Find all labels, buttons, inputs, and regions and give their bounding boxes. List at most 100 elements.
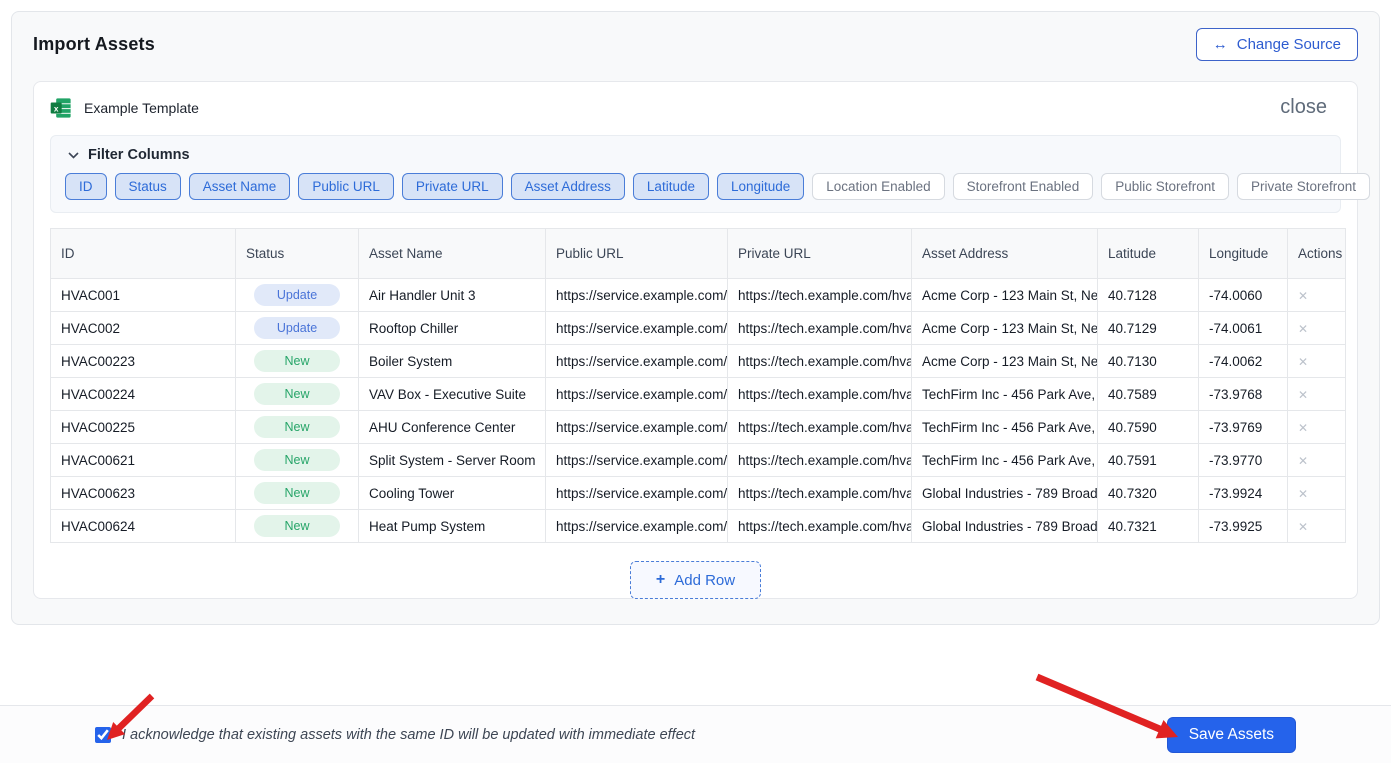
cell-private-url: https://tech.example.com/hvac00: [728, 510, 912, 543]
cell-id: HVAC00225: [51, 411, 236, 444]
filter-chip-public-url[interactable]: Public URL: [298, 173, 394, 200]
cell-actions: ✕: [1288, 477, 1346, 510]
filter-panel: Filter Columns ID Status Asset Name Public …: [50, 135, 1341, 213]
save-assets-button[interactable]: Save Assets: [1167, 717, 1296, 753]
column-header-public-url: Public URL: [546, 229, 728, 279]
table-row: HVAC00624NewHeat Pump Systemhttps://serv…: [51, 510, 1346, 543]
table-row: HVAC00623NewCooling Towerhttps://service…: [51, 477, 1346, 510]
cell-public-url: https://service.example.com/hvac0: [546, 345, 728, 378]
cell-status: New: [236, 477, 359, 510]
cell-actions: ✕: [1288, 411, 1346, 444]
filter-columns-toggle[interactable]: Filter Columns: [65, 147, 190, 163]
filter-chip-asset-address[interactable]: Asset Address: [511, 173, 625, 200]
remove-row-icon[interactable]: ✕: [1298, 454, 1308, 468]
table-row: HVAC00621NewSplit System - Server Roomht…: [51, 444, 1346, 477]
remove-row-icon[interactable]: ✕: [1298, 388, 1308, 402]
import-assets-panel: Import Assets ↔ Change Source x: [11, 11, 1380, 625]
cell-private-url: https://tech.example.com/hvac00: [728, 345, 912, 378]
filter-chip-public-storefront[interactable]: Public Storefront: [1101, 173, 1229, 200]
chevron-down-icon: [68, 147, 79, 163]
filter-chip-longitude[interactable]: Longitude: [717, 173, 804, 200]
swap-arrows-icon: ↔: [1213, 37, 1228, 52]
cell-public-url: https://service.example.com/hvac0: [546, 279, 728, 312]
cell-id: HVAC00623: [51, 477, 236, 510]
filter-chip-asset-name[interactable]: Asset Name: [189, 173, 291, 200]
cell-longitude: -73.9924: [1199, 477, 1288, 510]
svg-text:x: x: [54, 104, 59, 113]
cell-id: HVAC00223: [51, 345, 236, 378]
cell-latitude: 40.7129: [1098, 312, 1199, 345]
remove-row-icon[interactable]: ✕: [1298, 322, 1308, 336]
cell-longitude: -73.9925: [1199, 510, 1288, 543]
filter-chip-storefront-enabled[interactable]: Storefront Enabled: [953, 173, 1094, 200]
cell-private-url: https://tech.example.com/hvac00: [728, 411, 912, 444]
filter-chip-id[interactable]: ID: [65, 173, 107, 200]
cell-latitude: 40.7589: [1098, 378, 1199, 411]
filter-chip-latitude[interactable]: Latitude: [633, 173, 709, 200]
panel-header: Import Assets ↔ Change Source: [33, 28, 1358, 61]
remove-row-icon[interactable]: ✕: [1298, 487, 1308, 501]
filter-chip-private-url[interactable]: Private URL: [402, 173, 503, 200]
filter-chip-location-enabled[interactable]: Location Enabled: [812, 173, 944, 200]
page: Import Assets ↔ Change Source x: [0, 0, 1391, 763]
column-header-asset-name: Asset Name: [359, 229, 546, 279]
template-card: x Example Template close Filter Columns …: [33, 81, 1358, 599]
cell-latitude: 40.7591: [1098, 444, 1199, 477]
cell-longitude: -73.9769: [1199, 411, 1288, 444]
cell-private-url: https://tech.example.com/hvac00: [728, 477, 912, 510]
change-source-button[interactable]: ↔ Change Source: [1196, 28, 1358, 61]
table-row: HVAC002UpdateRooftop Chillerhttps://serv…: [51, 312, 1346, 345]
status-badge: New: [254, 449, 340, 471]
cell-latitude: 40.7321: [1098, 510, 1199, 543]
cell-longitude: -74.0060: [1199, 279, 1288, 312]
column-header-latitude: Latitude: [1098, 229, 1199, 279]
cell-asset-name: Rooftop Chiller: [359, 312, 546, 345]
status-badge: Update: [254, 284, 340, 306]
close-button[interactable]: close: [1280, 96, 1341, 119]
filter-chip-private-storefront[interactable]: Private Storefront: [1237, 173, 1370, 200]
footer-bar: I acknowledge that existing assets with …: [0, 705, 1391, 763]
cell-public-url: https://service.example.com/hvac0: [546, 312, 728, 345]
column-header-actions: Actions: [1288, 229, 1346, 279]
cell-asset-address: Global Industries - 789 Broadway,: [912, 510, 1098, 543]
cell-status: Update: [236, 312, 359, 345]
plus-icon: +: [656, 571, 665, 589]
cell-asset-address: Acme Corp - 123 Main St, New Yo: [912, 312, 1098, 345]
table-row: HVAC00224NewVAV Box - Executive Suitehtt…: [51, 378, 1346, 411]
cell-asset-address: TechFirm Inc - 456 Park Ave, New: [912, 378, 1098, 411]
cell-asset-name: Cooling Tower: [359, 477, 546, 510]
template-card-header: x Example Template close: [50, 96, 1341, 119]
cell-status: New: [236, 345, 359, 378]
cell-status: Update: [236, 279, 359, 312]
column-header-asset-address: Asset Address: [912, 229, 1098, 279]
cell-id: HVAC001: [51, 279, 236, 312]
acknowledge-checkbox[interactable]: [95, 727, 111, 743]
cell-id: HVAC00621: [51, 444, 236, 477]
cell-actions: ✕: [1288, 279, 1346, 312]
cell-asset-name: VAV Box - Executive Suite: [359, 378, 546, 411]
cell-id: HVAC00624: [51, 510, 236, 543]
filter-chip-status[interactable]: Status: [115, 173, 181, 200]
column-header-private-url: Private URL: [728, 229, 912, 279]
cell-id: HVAC00224: [51, 378, 236, 411]
status-badge: New: [254, 350, 340, 372]
cell-private-url: https://tech.example.com/hvac00: [728, 312, 912, 345]
remove-row-icon[interactable]: ✕: [1298, 421, 1308, 435]
cell-latitude: 40.7130: [1098, 345, 1199, 378]
remove-row-icon[interactable]: ✕: [1298, 520, 1308, 534]
add-row-button[interactable]: + Add Row: [630, 561, 761, 599]
remove-row-icon[interactable]: ✕: [1298, 355, 1308, 369]
cell-public-url: https://service.example.com/hvac0: [546, 510, 728, 543]
cell-status: New: [236, 510, 359, 543]
status-badge: New: [254, 482, 340, 504]
cell-longitude: -73.9770: [1199, 444, 1288, 477]
cell-asset-address: Acme Corp - 123 Main St, New Yo: [912, 279, 1098, 312]
cell-private-url: https://tech.example.com/hvac00: [728, 444, 912, 477]
cell-public-url: https://service.example.com/hvac0: [546, 444, 728, 477]
cell-id: HVAC002: [51, 312, 236, 345]
cell-asset-address: TechFirm Inc - 456 Park Ave, New: [912, 411, 1098, 444]
cell-actions: ✕: [1288, 312, 1346, 345]
cell-actions: ✕: [1288, 444, 1346, 477]
remove-row-icon[interactable]: ✕: [1298, 289, 1308, 303]
cell-longitude: -74.0061: [1199, 312, 1288, 345]
